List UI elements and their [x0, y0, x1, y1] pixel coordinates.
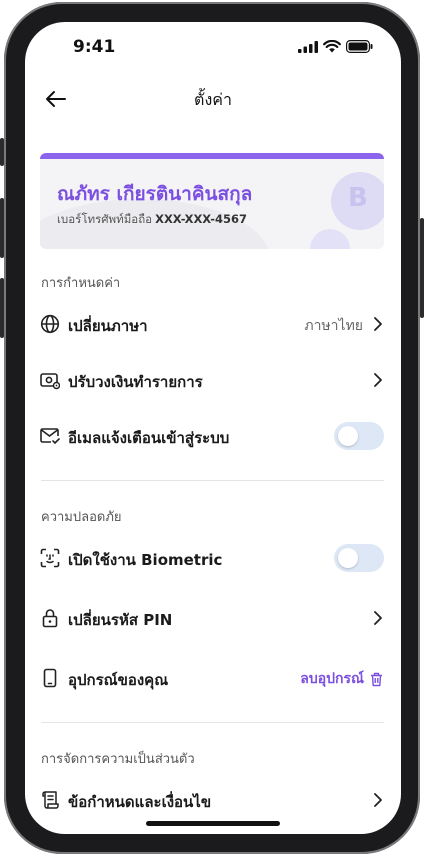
toggle-knob: [338, 548, 358, 568]
coin-decoration-small: [310, 229, 350, 249]
section-divider: [41, 722, 384, 723]
smartphone-icon: [43, 668, 57, 688]
delete-device-button[interactable]: ลบอุปกรณ์: [300, 668, 383, 690]
wifi-icon: [323, 40, 341, 53]
change-language-row[interactable]: เปลี่ยนภาษา ภาษาไทย: [25, 304, 401, 344]
silent-switch: [0, 138, 4, 166]
power-button: [420, 218, 424, 318]
volume-down-button: [0, 278, 4, 338]
lock-icon: [42, 609, 58, 628]
current-language-value: ภาษาไทย: [304, 318, 363, 334]
profile-name: ณภัทร เกียรตินาคินสกุล: [57, 183, 253, 205]
biometric-row: เปิดใช้งาน Biometric: [25, 538, 401, 578]
screen: 9:41 ตั้งค่า B ณภัทร เกียรตินาคินสกุล เบ…: [25, 22, 401, 834]
biometric-toggle[interactable]: [334, 544, 384, 572]
biometric-label: เปิดใช้งาน Biometric: [68, 551, 223, 569]
trash-icon: [371, 672, 382, 686]
devices-label: อุปกรณ์ของคุณ: [68, 671, 169, 689]
adjust-limit-label: ปรับวงเงินทำรายการ: [68, 373, 203, 391]
mail-check-icon: [40, 428, 60, 445]
chevron-right-icon: [374, 373, 382, 387]
coin-symbol: B: [348, 183, 368, 213]
terms-row[interactable]: ข้อกำหนดและเงื่อนไข: [25, 780, 401, 820]
home-indicator: [146, 821, 280, 826]
profile-phone: เบอร์โทรศัพท์มือถือ XXX-XXX-4567: [57, 211, 247, 229]
change-pin-row[interactable]: เปลี่ยนรหัส PIN: [25, 598, 401, 638]
status-icons: [298, 40, 373, 53]
volume-up-button: [0, 198, 4, 258]
chevron-right-icon: [374, 611, 382, 625]
document-icon: [42, 791, 59, 809]
change-pin-label: เปลี่ยนรหัส PIN: [68, 611, 173, 629]
section-title-privacy: การจัดการความเป็นส่วนตัว: [41, 752, 195, 767]
devices-row: อุปกรณ์ของคุณ ลบอุปกรณ์: [25, 658, 401, 698]
money-settings-icon: [40, 373, 60, 390]
chevron-right-icon: [374, 317, 382, 331]
adjust-limit-row[interactable]: ปรับวงเงินทำรายการ: [25, 360, 401, 400]
email-alert-toggle[interactable]: [334, 422, 384, 450]
change-language-label: เปลี่ยนภาษา: [68, 317, 148, 335]
status-time: 9:41: [73, 37, 116, 57]
profile-card[interactable]: B ณภัทร เกียรตินาคินสกุล เบอร์โทรศัพท์มื…: [40, 153, 384, 249]
page-title: ตั้งค่า: [194, 90, 232, 109]
phone-label: เบอร์โทรศัพท์มือถือ: [57, 212, 153, 226]
email-login-alert-label: อีเมลแจ้งเตือนเข้าสู่ระบบ: [68, 429, 230, 447]
header: ตั้งค่า: [25, 82, 401, 118]
section-divider: [41, 480, 384, 481]
signal-icon: [298, 40, 318, 53]
email-login-alert-row: อีเมลแจ้งเตือนเข้าสู่ระบบ: [25, 416, 401, 456]
section-title-settings: การกำหนดค่า: [41, 276, 121, 291]
terms-label: ข้อกำหนดและเงื่อนไข: [68, 793, 212, 811]
chevron-right-icon: [374, 793, 382, 807]
phone-number: XXX-XXX-4567: [155, 212, 248, 226]
section-title-security: ความปลอดภัย: [41, 510, 122, 525]
battery-icon: [346, 40, 373, 53]
globe-icon: [40, 314, 60, 334]
toggle-knob: [338, 426, 358, 446]
face-scan-icon: [40, 548, 60, 568]
delete-device-label: ลบอุปกรณ์: [300, 671, 364, 687]
